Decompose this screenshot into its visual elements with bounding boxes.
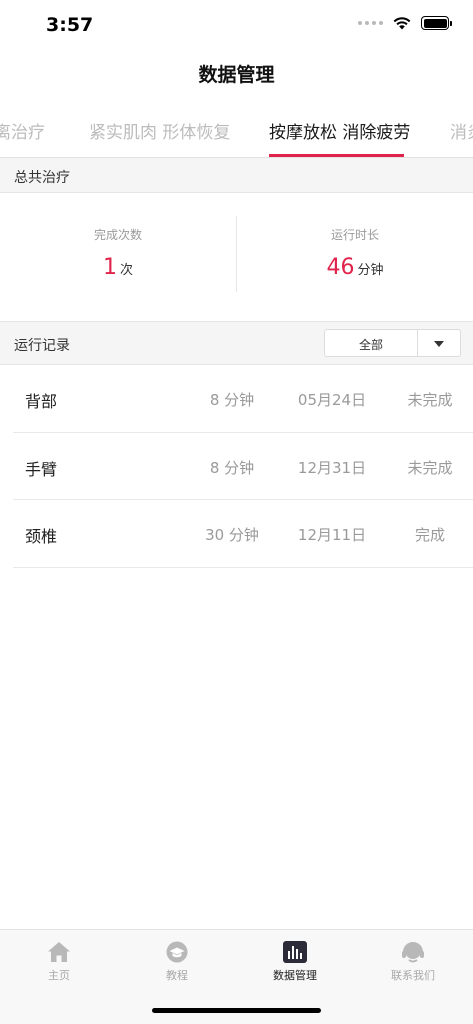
- tabbar-label-data: 数据管理: [273, 969, 317, 982]
- total-section-title: 总共治疗: [14, 170, 70, 186]
- wifi-icon: [393, 17, 411, 30]
- tabbar-label-home: 主页: [48, 969, 70, 982]
- completed-count-unit: 次: [119, 263, 133, 278]
- battery-icon: [421, 16, 452, 30]
- table-row[interactable]: 手臂 8 分钟 12月31日 未完成: [13, 433, 473, 500]
- record-status: 未完成: [407, 458, 453, 477]
- record-duration: 8 分钟: [209, 458, 255, 477]
- category-tabs: 离治疗 紧实肌肉 形体恢复 按摩放松 消除疲劳 消炎: [0, 100, 473, 158]
- record-date: 12月31日: [297, 458, 367, 477]
- totals-panel: 完成次数 1次 运行时长 46 分钟: [0, 193, 473, 322]
- screen: 3:57 数据管理 离治疗 紧实肌肉 形体恢复 按摩放松 消除疲劳 消炎 总共治…: [0, 0, 473, 1024]
- tab-category-3[interactable]: 按摩放松 消除疲劳: [269, 118, 410, 143]
- tab-category-1[interactable]: 离治疗: [0, 118, 45, 143]
- dropdown-separator: [417, 330, 418, 356]
- records-filter-dropdown[interactable]: 全部: [324, 329, 461, 357]
- run-duration-value: 46 分钟: [237, 255, 473, 280]
- status-time: 3:57: [46, 14, 94, 36]
- page-title: 数据管理: [198, 64, 275, 86]
- records-section-title: 运行记录: [14, 338, 70, 354]
- record-status: 未完成: [407, 391, 453, 409]
- completed-count-label: 完成次数: [93, 228, 142, 242]
- record-body-part: 颈椎: [25, 527, 58, 546]
- headset-icon: [402, 942, 424, 963]
- graduation-cap-icon: [166, 941, 188, 963]
- tabbar-item-data[interactable]: 数据管理: [236, 930, 354, 992]
- record-status: 完成: [414, 526, 445, 544]
- completed-count-stat: 完成次数 1次: [0, 193, 236, 322]
- caret-down-icon[interactable]: [434, 341, 444, 347]
- tabbar-label-contact: 联系我们: [391, 969, 435, 982]
- run-duration-label: 运行时长: [330, 228, 379, 242]
- tab-category-4[interactable]: 消炎: [450, 118, 473, 143]
- status-bar: 3:57: [0, 0, 473, 52]
- record-body-part: 背部: [25, 392, 58, 411]
- total-section-header: 总共治疗: [0, 158, 473, 193]
- home-indicator: [152, 1008, 321, 1013]
- record-date: 12月11日: [297, 526, 367, 544]
- cellular-signal-icon: [358, 21, 383, 25]
- record-duration: 30 分钟: [205, 526, 259, 544]
- run-duration-stat: 运行时长 46 分钟: [237, 193, 473, 322]
- tab-category-2[interactable]: 紧实肌肉 形体恢复: [89, 118, 230, 143]
- records-list: 背部 8 分钟 05月24日 未完成 手臂 8 分钟 12月31日 未完成 颈椎…: [0, 365, 473, 568]
- run-duration-unit: 分钟: [357, 263, 384, 278]
- table-row[interactable]: 颈椎 30 分钟 12月11日 完成: [13, 500, 473, 568]
- completed-count-value: 1次: [0, 255, 236, 280]
- records-section-header: 运行记录 全部: [0, 322, 473, 365]
- record-date: 05月24日: [297, 391, 367, 409]
- bar-chart-icon: [283, 941, 307, 963]
- run-duration-number: 46: [326, 255, 355, 280]
- completed-count-number: 1: [102, 255, 117, 280]
- record-body-part: 手臂: [25, 459, 58, 479]
- tabbar-label-tutorial: 教程: [166, 969, 188, 982]
- tabbar-item-home[interactable]: 主页: [0, 930, 118, 992]
- table-row[interactable]: 背部 8 分钟 05月24日 未完成: [13, 365, 473, 433]
- tabbar-item-contact[interactable]: 联系我们: [354, 930, 472, 992]
- status-icons: [358, 16, 452, 30]
- record-duration: 8 分钟: [209, 391, 255, 409]
- tabbar-item-tutorial[interactable]: 教程: [118, 930, 236, 992]
- home-icon: [48, 942, 70, 962]
- records-filter-value: 全部: [358, 338, 383, 352]
- active-tab-indicator: [269, 154, 404, 157]
